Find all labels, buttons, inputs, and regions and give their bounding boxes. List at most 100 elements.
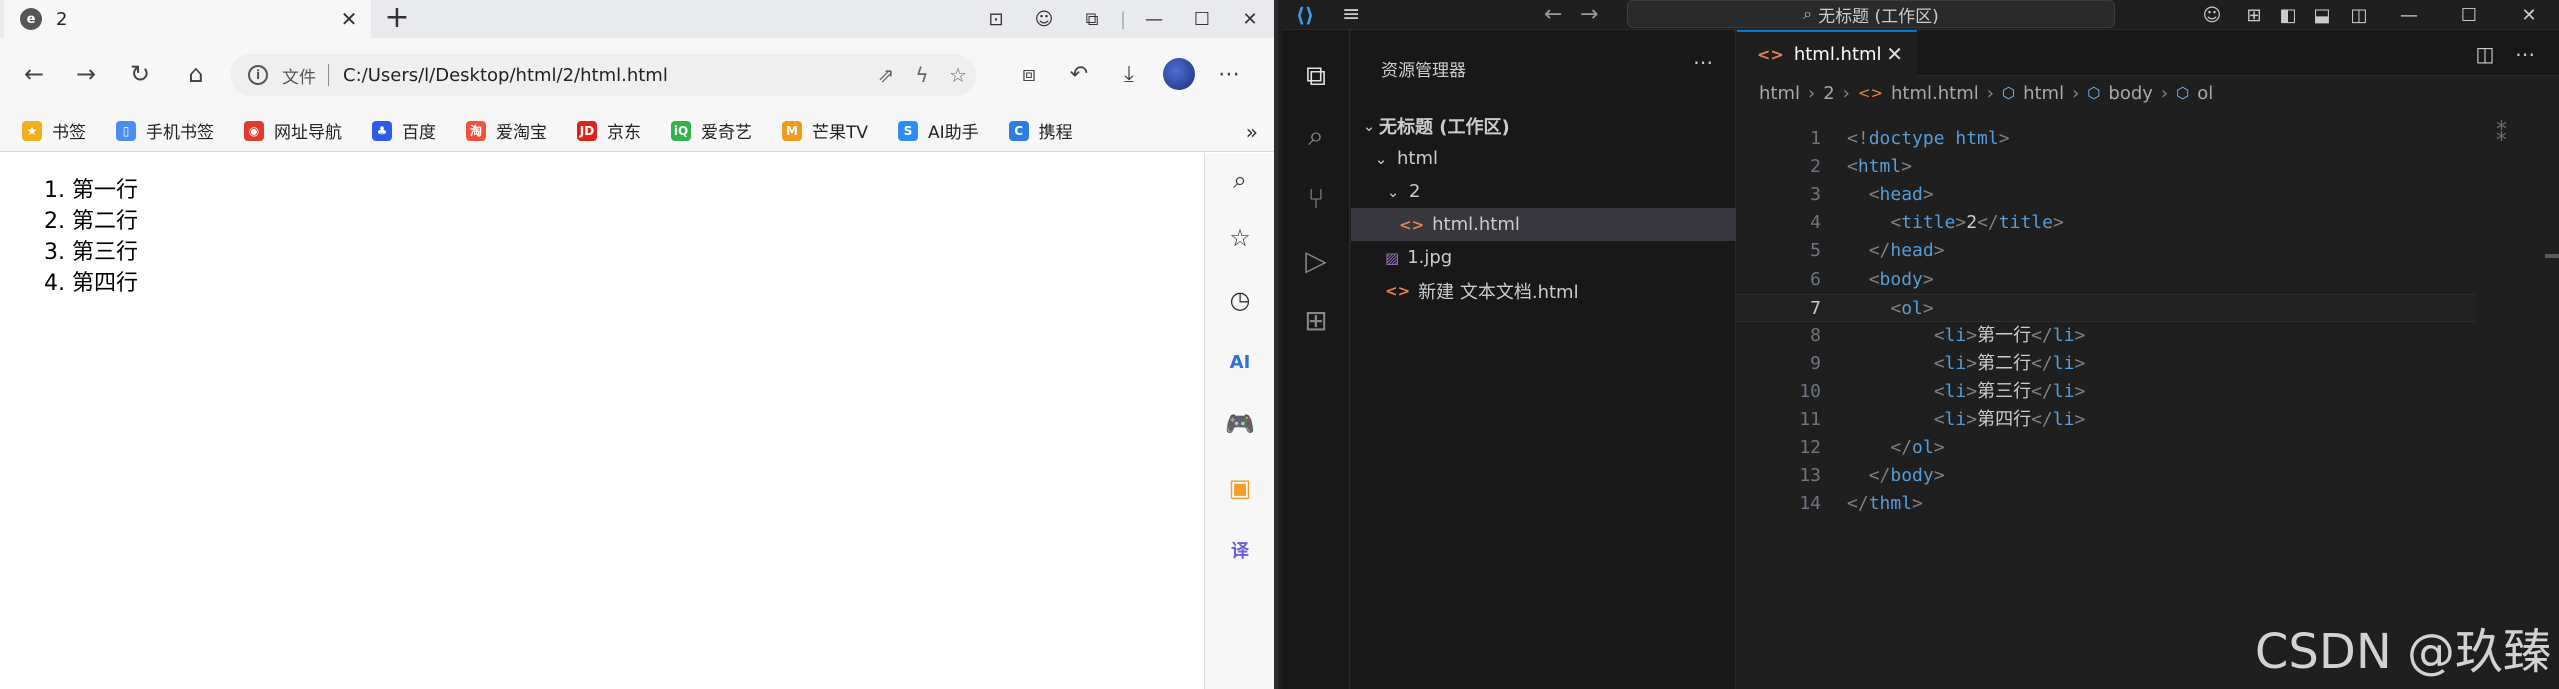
close-icon[interactable]: ✕ — [1886, 42, 1903, 66]
code-line[interactable]: 6 <body> — [1737, 266, 2559, 294]
breadcrumb-item[interactable]: html — [1759, 83, 1800, 104]
favorite-star-icon[interactable]: ☆ — [940, 63, 976, 87]
lightning-icon[interactable]: ϟ — [904, 63, 940, 87]
code-line-text[interactable]: </body> — [1847, 462, 1945, 490]
breadcrumb-item[interactable]: html.html — [1891, 83, 1979, 104]
forward-button[interactable]: → — [68, 56, 104, 92]
favorites-icon[interactable]: ☆ — [1223, 221, 1257, 255]
code-line[interactable]: 4 <title>2</title> — [1737, 209, 2559, 237]
minimize-button[interactable]: — — [2379, 2, 2439, 28]
toggle-sidebar-icon[interactable]: ◧ — [2271, 2, 2305, 28]
folder-2[interactable]: ⌄ 2 — [1351, 175, 1736, 208]
new-tab-button[interactable]: + — [382, 3, 412, 34]
hamburger-menu-icon[interactable]: ≡ — [1342, 2, 1360, 27]
code-line-text[interactable]: <ol> — [1847, 295, 1933, 323]
scrollbar[interactable] — [2545, 254, 2559, 258]
code-line[interactable]: 7 <ol> — [1737, 293, 2475, 323]
code-line-text[interactable]: <!doctype html> — [1847, 125, 2010, 153]
copilot-icon[interactable]: ☺ — [1020, 0, 1068, 38]
home-button[interactable]: ⌂ — [178, 56, 214, 92]
nav-back-icon[interactable]: ← — [1544, 2, 1562, 27]
address-bar[interactable]: i 文件 C:/Users/l/Desktop/html/2/html.html… — [230, 54, 976, 96]
copilot-icon[interactable]: ☺ — [2187, 2, 2237, 28]
code-line-text[interactable]: <li>第一行</li> — [1847, 322, 2086, 350]
code-line-text[interactable]: <li>第二行</li> — [1847, 350, 2086, 378]
bookmark-item[interactable]: JD 京东 — [577, 118, 641, 143]
bookmark-item[interactable]: 淘爱淘宝 — [466, 118, 547, 143]
refresh-button[interactable]: ↻ — [122, 56, 158, 92]
code-line-text[interactable]: </thml> — [1847, 490, 1923, 518]
close-window-button[interactable]: ✕ — [2499, 2, 2559, 28]
history-icon[interactable]: ◷ — [1223, 283, 1257, 317]
code-line[interactable]: 10 <li>第三行</li> — [1737, 378, 2559, 406]
customize-layout-icon[interactable]: ⊞ — [2237, 2, 2271, 28]
file-new-doc[interactable]: <> 新建 文本文档.html — [1351, 274, 1736, 307]
address-url[interactable]: C:/Users/l/Desktop/html/2/html.html — [343, 65, 868, 86]
run-debug-icon[interactable]: ▷ — [1298, 242, 1334, 278]
gamepad-icon[interactable]: 🎮 — [1223, 407, 1257, 441]
nav-forward-icon[interactable]: → — [1580, 2, 1598, 27]
code-line[interactable]: 3 <head> — [1737, 181, 2559, 209]
file-1-jpg[interactable]: ▨ 1.jpg — [1351, 241, 1736, 274]
close-tab-icon[interactable]: ✕ — [337, 7, 361, 31]
bookmark-item[interactable]: ◉ 网址导航 — [244, 118, 342, 143]
breadcrumb-item[interactable]: html — [2023, 83, 2064, 104]
code-line[interactable]: 9 <li>第二行</li> — [1737, 350, 2559, 378]
code-line-text[interactable]: <title>2</title> — [1847, 209, 2063, 237]
more-actions-icon[interactable]: ⋯ — [1693, 50, 1713, 74]
command-center[interactable]: ⌕ 无标题 (工作区) — [1627, 0, 2115, 28]
extensions-icon[interactable]: ⊞ — [1298, 302, 1334, 338]
code-line-text[interactable]: <head> — [1847, 181, 1934, 209]
bookmark-item[interactable]: C 携程 — [1008, 118, 1073, 143]
code-line-text[interactable]: </ol> — [1847, 434, 1944, 462]
breadcrumb-item[interactable]: ol — [2197, 83, 2213, 104]
breadcrumb-item[interactable]: body — [2108, 83, 2153, 104]
bookmark-item[interactable]: ♣ 百度 — [372, 118, 436, 143]
avatar[interactable] — [1163, 58, 1195, 90]
maximize-button[interactable]: ☐ — [2439, 2, 2499, 28]
toolbox-icon[interactable]: ▣ — [1223, 471, 1257, 505]
code-line[interactable]: 11 <li>第四行</li> — [1737, 406, 2559, 434]
bookmark-item[interactable]: ▯ 手机书签 — [116, 118, 214, 143]
bookmark-item[interactable]: S AI助手 — [898, 118, 979, 143]
extension-puzzle-icon[interactable]: ⧈ — [1004, 56, 1054, 92]
browser-tab[interactable]: e 2 ✕ — [4, 0, 371, 38]
more-menu-icon[interactable]: ⋯ — [1204, 56, 1254, 92]
tab-actions-icon[interactable]: ⊡ — [972, 0, 1020, 38]
ai-assistant-icon[interactable]: AI — [1223, 345, 1257, 379]
code-line[interactable]: 14 </thml> — [1737, 490, 2559, 518]
search-icon[interactable]: ⌕ — [1298, 118, 1334, 154]
code-line-text[interactable]: <li>第四行</li> — [1847, 406, 2086, 434]
search-icon[interactable]: ⌕ — [1223, 163, 1257, 197]
breadcrumb-item[interactable]: 2 — [1823, 83, 1834, 104]
toggle-secondary-sidebar-icon[interactable]: ◫ — [2339, 2, 2379, 28]
code-line-text[interactable]: <body> — [1847, 266, 1934, 294]
editor-tab-html[interactable]: <> html.html ✕ — [1737, 30, 1917, 76]
bookmarks-overflow-icon[interactable]: » — [1246, 120, 1258, 144]
bookmark-item[interactable]: ★ 书签 — [22, 118, 86, 143]
extensions-icon[interactable]: ⧉ — [1068, 0, 1116, 38]
code-line[interactable]: 8 <li>第一行</li> — [1737, 322, 2559, 350]
code-line[interactable]: 1 <!doctype html> — [1737, 125, 2559, 153]
close-window-button[interactable]: ✕ — [1226, 0, 1274, 38]
source-control-icon[interactable]: ⑂ — [1298, 180, 1334, 216]
code-line[interactable]: 13 </body> — [1737, 462, 2559, 490]
maximize-button[interactable]: ☐ — [1178, 0, 1226, 38]
code-line-text[interactable]: <html> — [1847, 153, 1912, 181]
code-line[interactable]: 12 </ol> — [1737, 434, 2559, 462]
code-line[interactable]: 5 </head> — [1737, 237, 2559, 265]
download-icon[interactable]: ⤓ — [1104, 56, 1154, 92]
share-icon[interactable]: ⇗ — [868, 63, 904, 87]
minimize-button[interactable]: — — [1130, 0, 1178, 38]
toggle-panel-icon[interactable]: ⬓ — [2305, 2, 2339, 28]
folder-html[interactable]: ⌄ html — [1351, 142, 1736, 175]
explorer-files-icon[interactable]: ⧉ — [1298, 58, 1334, 94]
bookmark-item[interactable]: iQ 爱奇艺 — [671, 118, 752, 143]
workspace-root[interactable]: ⌄ 无标题 (工作区) — [1351, 109, 1736, 142]
translate-icon[interactable]: 译 — [1223, 533, 1257, 567]
code-line-text[interactable]: <li>第三行</li> — [1847, 378, 2086, 406]
code-line[interactable]: 2 <html> — [1737, 153, 2559, 181]
bookmark-item[interactable]: M 芒果TV — [782, 118, 868, 143]
file-html-html[interactable]: <> html.html — [1351, 208, 1736, 241]
code-line-text[interactable]: </head> — [1847, 237, 1945, 265]
